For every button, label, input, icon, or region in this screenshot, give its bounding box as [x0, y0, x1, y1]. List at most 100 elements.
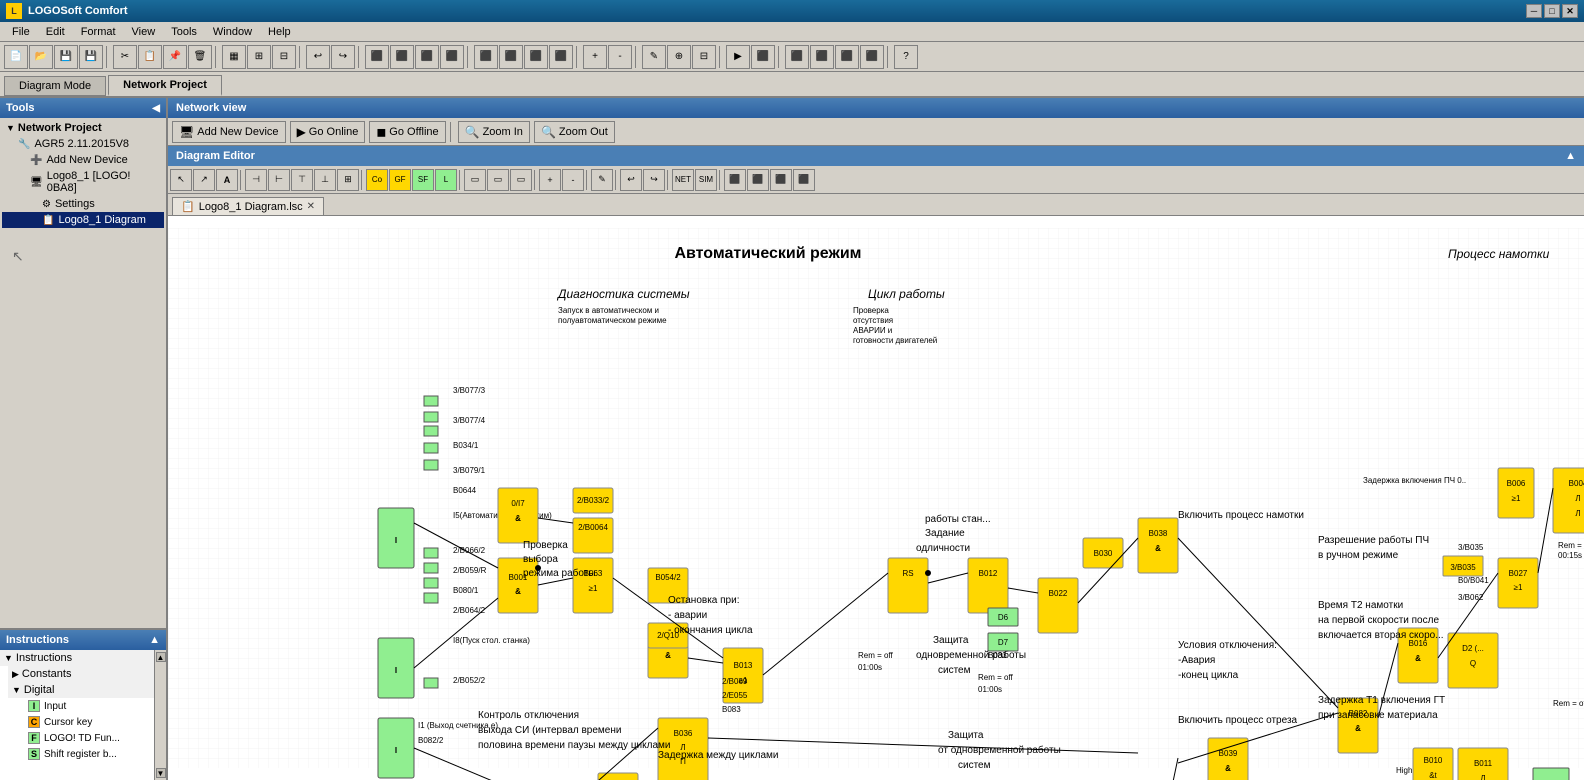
d-extra3[interactable]: ⬛	[770, 169, 792, 191]
d-btn3[interactable]: ⊤	[291, 169, 313, 191]
go-online-btn[interactable]: ▶ Go Online	[290, 121, 366, 143]
minimize-button[interactable]: ─	[1526, 4, 1542, 18]
save-as-button[interactable]: 💾	[79, 45, 103, 69]
tab-diagram-mode[interactable]: Diagram Mode	[4, 76, 106, 96]
tb-btn20[interactable]: ⬛	[835, 45, 859, 69]
diagram-collapse[interactable]: ▲	[1565, 150, 1576, 162]
tb-btn3[interactable]: ▦	[222, 45, 246, 69]
menu-format[interactable]: Format	[73, 24, 124, 40]
tab-close[interactable]: ✕	[307, 201, 315, 212]
tools-header[interactable]: Tools ◀	[0, 98, 166, 118]
tb-btn19[interactable]: ⬛	[810, 45, 834, 69]
net-icon-btn[interactable]: NET	[672, 169, 694, 191]
menu-window[interactable]: Window	[205, 24, 260, 40]
gf-btn[interactable]: GF	[389, 169, 411, 191]
d-extra2[interactable]: ⬛	[747, 169, 769, 191]
d-block2[interactable]: ▭	[487, 169, 509, 191]
tb-btn12[interactable]: ⬛	[524, 45, 548, 69]
tree-logo81-diagram[interactable]: 📋 Logo8_1 Diagram	[2, 212, 164, 228]
save-button[interactable]: 💾	[54, 45, 78, 69]
text-tool[interactable]: A	[216, 169, 238, 191]
tree-agr5[interactable]: 🔧 AGR5 2.11.2015V8	[2, 136, 164, 152]
tb-btn10[interactable]: ⬛	[474, 45, 498, 69]
co-btn[interactable]: Co	[366, 169, 388, 191]
instr-constants[interactable]: ▶ Constants	[8, 666, 154, 682]
scroll-down[interactable]: ▼	[156, 768, 166, 778]
cursor-tool[interactable]: ↖	[170, 169, 192, 191]
instr-collapse[interactable]: ▲	[149, 634, 160, 646]
undo-button[interactable]: ↩	[306, 45, 330, 69]
zoom-out-btn[interactable]: 🔍 Zoom Out	[534, 121, 615, 143]
d-btn5[interactable]: ⊞	[337, 169, 359, 191]
l-btn[interactable]: L	[435, 169, 457, 191]
diagram-canvas[interactable]: Автоматический режим Диагностика системы…	[168, 216, 1584, 780]
open-button[interactable]: 📂	[29, 45, 53, 69]
close-button[interactable]: ✕	[1562, 4, 1578, 18]
help-button[interactable]: ?	[894, 45, 918, 69]
tools-collapse[interactable]: ◀	[152, 103, 160, 114]
redo-d[interactable]: ↪	[643, 169, 665, 191]
tb-btn21[interactable]: ⬛	[860, 45, 884, 69]
zoom-in-btn[interactable]: 🔍 Zoom In	[458, 121, 530, 143]
tb-btn14[interactable]: ✎	[642, 45, 666, 69]
instructions-header[interactable]: Instructions ▲	[0, 630, 166, 650]
sim-d-btn[interactable]: SIM	[695, 169, 717, 191]
new-button[interactable]: 📄	[4, 45, 28, 69]
tb-btn8[interactable]: ⬛	[415, 45, 439, 69]
menu-tools[interactable]: Tools	[163, 24, 205, 40]
cut-button[interactable]: ✂	[113, 45, 137, 69]
wire-tool[interactable]: ↗	[193, 169, 215, 191]
paste-button[interactable]: 📌	[163, 45, 187, 69]
tree-add-device[interactable]: ➕ Add New Device	[2, 152, 164, 168]
window-controls[interactable]: ─ □ ✕	[1526, 4, 1578, 18]
add-new-device-btn[interactable]: 🖥 Add New Device	[172, 121, 286, 143]
tree-settings[interactable]: ⚙ Settings	[2, 196, 164, 212]
diagram-tab-logo81[interactable]: 📋 Logo8_1 Diagram.lsc ✕	[172, 197, 324, 215]
instr-logo-td[interactable]: F LOGO! TD Fun...	[8, 730, 154, 746]
instr-cursor-key[interactable]: C Cursor key	[8, 714, 154, 730]
tb-btn15[interactable]: ⊕	[667, 45, 691, 69]
tb-btn13[interactable]: ⬛	[549, 45, 573, 69]
tree-logo81[interactable]: 🖥 Logo8_1 [LOGO! 0BA8]	[2, 168, 164, 196]
d-block3[interactable]: ▭	[510, 169, 532, 191]
zoom-in-d[interactable]: +	[539, 169, 561, 191]
pencil-btn[interactable]: ✎	[591, 169, 613, 191]
sf-btn[interactable]: SF	[412, 169, 434, 191]
tab-network-project[interactable]: Network Project	[108, 75, 222, 96]
instr-group-instructions[interactable]: ▼ Instructions	[0, 650, 154, 666]
d-block1[interactable]: ▭	[464, 169, 486, 191]
sim-btn[interactable]: ▶	[726, 45, 750, 69]
tb-btn9[interactable]: ⬛	[440, 45, 464, 69]
menu-view[interactable]: View	[124, 24, 164, 40]
tb-btn4[interactable]: ⊞	[247, 45, 271, 69]
zoom-in-tb[interactable]: +	[583, 45, 607, 69]
tb-btn16[interactable]: ⊟	[692, 45, 716, 69]
zoom-out-tb[interactable]: -	[608, 45, 632, 69]
instr-shift-reg[interactable]: S Shift register b...	[8, 746, 154, 762]
redo-button[interactable]: ↪	[331, 45, 355, 69]
tb-btn6[interactable]: ⬛	[365, 45, 389, 69]
instr-input[interactable]: I Input	[8, 698, 154, 714]
maximize-button[interactable]: □	[1544, 4, 1560, 18]
tb-btn7[interactable]: ⬛	[390, 45, 414, 69]
tb-btn18[interactable]: ⬛	[785, 45, 809, 69]
copy-button[interactable]: 📋	[138, 45, 162, 69]
tree-network-project[interactable]: ▼ Network Project	[2, 120, 164, 136]
d-btn2[interactable]: ⊢	[268, 169, 290, 191]
go-offline-btn[interactable]: ◼ Go Offline	[369, 121, 445, 143]
d-btn1[interactable]: ⊣	[245, 169, 267, 191]
undo-d[interactable]: ↩	[620, 169, 642, 191]
menu-file[interactable]: File	[4, 24, 38, 40]
d-extra4[interactable]: ⬛	[793, 169, 815, 191]
menu-help[interactable]: Help	[260, 24, 299, 40]
zoom-out-d[interactable]: -	[562, 169, 584, 191]
menu-edit[interactable]: Edit	[38, 24, 73, 40]
delete-button[interactable]: 🗑	[188, 45, 212, 69]
scroll-up[interactable]: ▲	[156, 652, 166, 662]
tb-btn17[interactable]: ⬛	[751, 45, 775, 69]
d-extra1[interactable]: ⬛	[724, 169, 746, 191]
tb-btn5[interactable]: ⊟	[272, 45, 296, 69]
instr-digital[interactable]: ▼ Digital	[8, 682, 154, 698]
d-btn4[interactable]: ⊥	[314, 169, 336, 191]
tb-btn11[interactable]: ⬛	[499, 45, 523, 69]
